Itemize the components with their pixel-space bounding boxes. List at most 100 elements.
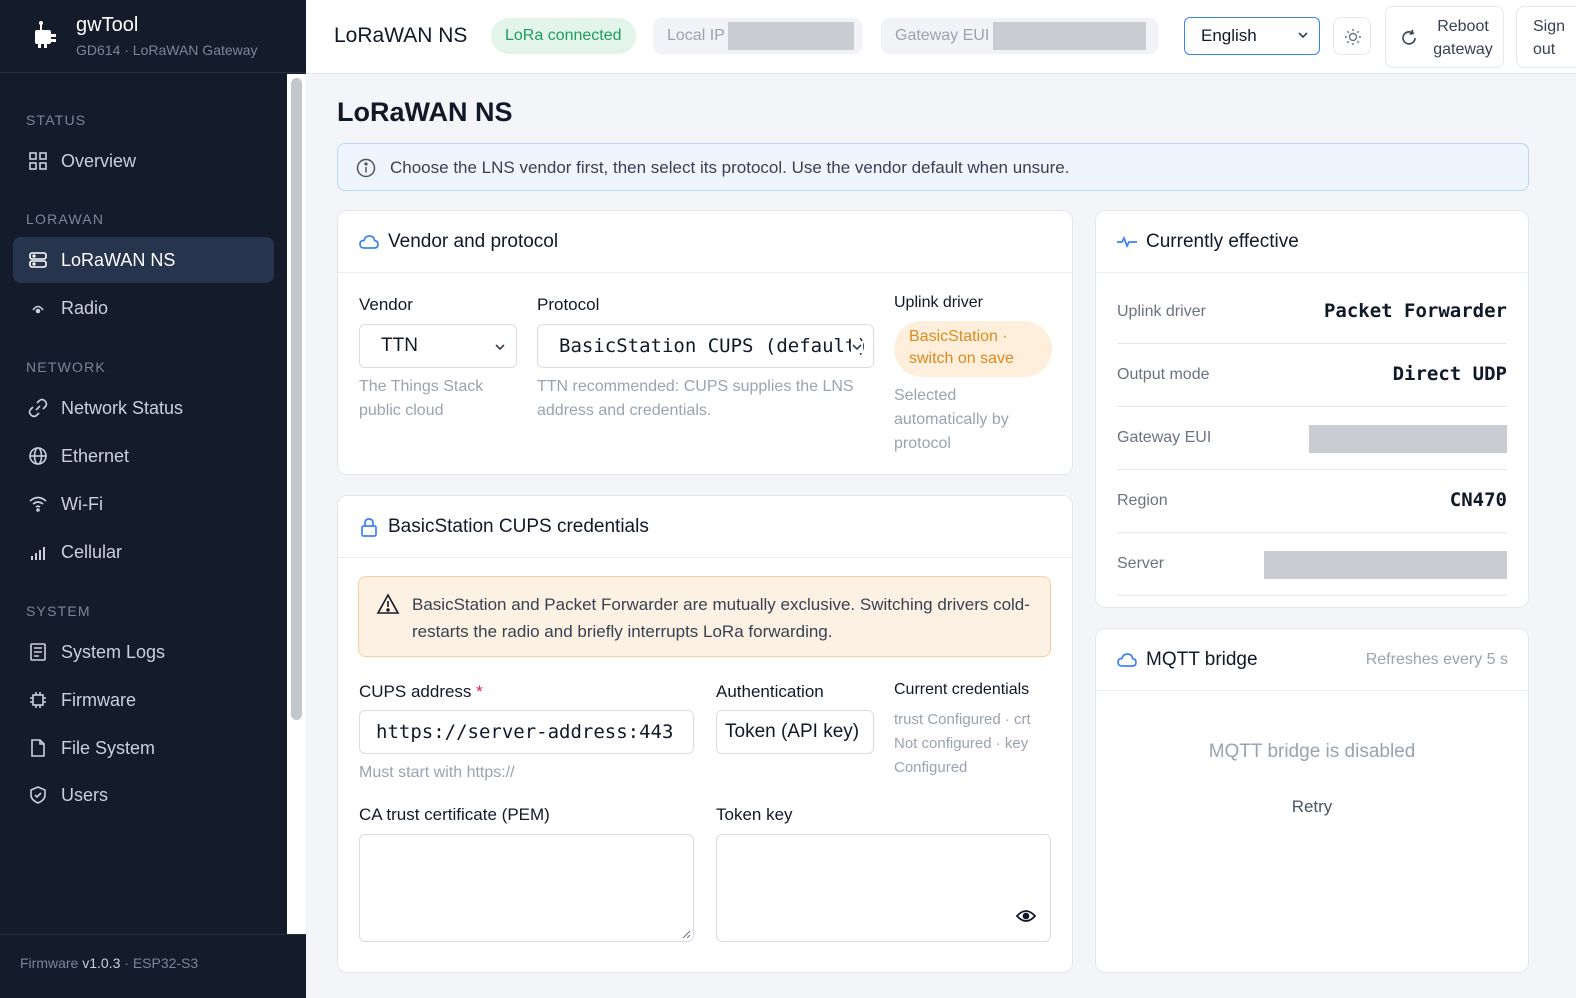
authentication-select[interactable]: Token (API key) [716,710,874,754]
warning-banner: BasicStation and Packet Forwarder are mu… [358,576,1051,657]
theme-toggle-button[interactable] [1333,17,1371,55]
effective-row-region: Region CN470 [1117,470,1507,533]
sidebar-item-label: Overview [61,150,137,171]
nav-section-lorawan: LORAWAN [26,211,105,227]
sidebar: gwTool GD614 · LoRaWAN Gateway STATUS Ov… [0,0,306,998]
sidebar-item-overview[interactable]: Overview [13,138,274,184]
sidebar-item-wifi[interactable]: Wi-Fi [13,481,274,527]
token-key-label: Token key [716,805,793,824]
eye-icon[interactable] [1016,909,1036,923]
top-bar: LoRaWAN NS LoRa connected Local IP Gatew… [306,0,1576,74]
gateway-eui-redacted [993,22,1146,50]
ca-cert-label: CA trust certificate (PEM) [359,805,550,824]
brand: gwTool GD614 · LoRaWAN Gateway [0,0,306,73]
refresh-note: Refreshes every 5 s [1365,651,1508,668]
link-icon [28,398,48,418]
sidebar-item-ethernet[interactable]: Ethernet [13,433,274,479]
app-name: gwTool [76,14,139,36]
sidebar-item-radio[interactable]: Radio [13,285,274,331]
row-key: Gateway EUI [1117,429,1212,446]
currently-effective-card: Currently effective Uplink driver Packet… [1095,210,1529,608]
local-ip-label: Local IP [667,27,725,44]
info-text: Choose the LNS vendor first, then select… [390,158,1070,177]
sidebar-item-users[interactable]: Users [13,772,274,818]
token-key-textarea[interactable] [716,834,1051,942]
firmware-chip: · ESP32-S3 [124,955,199,971]
nav-section-network: NETWORK [26,359,106,375]
gateway-eui-label: Gateway EUI [895,27,990,44]
language-select[interactable]: English [1184,17,1320,55]
protocol-select[interactable]: BasicStation CUPS (default) [537,324,874,368]
signal-icon [31,547,45,560]
local-ip-redacted [728,22,854,50]
sidebar-item-lorawan-ns[interactable]: LoRaWAN NS [13,237,274,283]
sun-icon [1345,29,1361,45]
current-credentials-label: Current credentials [894,681,1030,698]
required-marker: * [476,682,483,701]
effective-row-server: Server [1117,533,1507,596]
wifi-icon [29,496,47,512]
info-banner: Choose the LNS vendor first, then select… [337,143,1529,191]
chevron-down-icon [851,341,863,353]
gateway-logo-icon [35,21,56,48]
cloud-icon [359,235,379,249]
gateway-eui-badge: Gateway EUI [881,18,1158,54]
ca-cert-textarea[interactable] [359,834,694,942]
sidebar-item-firmware[interactable]: Firmware [13,677,274,723]
file-icon [31,739,45,757]
reboot-gateway-button[interactable]: Reboot gateway [1385,6,1504,68]
server-icon [29,252,47,268]
lock-icon [361,518,377,537]
row-key: Uplink driver [1117,303,1206,320]
resize-grip-icon[interactable] [681,929,691,939]
warning-text: BasicStation and Packet Forwarder are mu… [412,595,1030,641]
uplink-driver-help: Selected automatically by protocol [894,387,1009,452]
nav-section-system: SYSTEM [26,603,91,619]
effective-row-output-mode: Output mode Direct UDP [1117,344,1507,407]
protocol-label: Protocol [537,295,600,314]
local-ip-badge: Local IP [653,18,862,54]
vendor-value: TTN [381,335,418,356]
firmware-version-text: Firmware v1.0.3 · ESP32-S3 [20,955,198,971]
sidebar-item-system-logs[interactable]: System Logs [13,629,274,675]
vendor-select[interactable]: TTN [359,324,517,368]
sidebar-item-label: Users [61,784,109,805]
sidebar-item-cellular[interactable]: Cellular [13,529,274,575]
card-title: BasicStation CUPS credentials [388,516,649,537]
current-credentials-text: trust Configured · crt Not configured · … [894,711,1031,776]
logs-icon [30,643,46,661]
radio-icon [32,305,44,314]
mqtt-bridge-card: MQTT bridge Refreshes every 5 s MQTT bri… [1095,628,1529,973]
protocol-value: BasicStation CUPS (default) [559,335,868,357]
lora-status-badge: LoRa connected [491,18,636,54]
warning-icon [376,593,400,614]
cups-address-input[interactable]: https://server-address:443 [359,710,694,754]
effective-row-gateway-eui: Gateway EUI [1117,407,1507,470]
sidebar-item-network-status[interactable]: Network Status [13,385,274,431]
sign-out-label: Sign out [1533,15,1565,61]
sign-out-button[interactable]: Sign out [1516,6,1576,68]
cloud-icon [1117,653,1137,667]
retry-button[interactable]: Retry [1096,797,1528,817]
app-subtitle: GD614 · LoRaWAN Gateway [76,42,258,58]
effective-row-uplink-driver: Uplink driver Packet Forwarder [1117,281,1507,344]
refresh-icon [1402,29,1416,45]
sidebar-scrollbar-thumb[interactable] [291,78,302,720]
card-header: BasicStation CUPS credentials [338,496,1072,558]
grid-icon [29,152,47,170]
row-key: Region [1117,492,1168,509]
sidebar-item-file-system[interactable]: File System [13,725,274,771]
vendor-help: The Things Stack public cloud [359,378,484,419]
activity-icon [1117,235,1137,249]
reboot-label-line1: Reboot [1437,18,1489,35]
reboot-label-line2: gateway [1433,41,1493,58]
info-icon [356,158,376,178]
sidebar-item-label: System Logs [61,641,166,662]
row-key: Output mode [1117,366,1210,383]
shield-icon [30,786,46,804]
cups-address-label: CUPS address * [359,682,483,702]
page-title: LoRaWAN NS [337,97,513,127]
sidebar-item-label: LoRaWAN NS [61,249,176,270]
mqtt-empty-state: MQTT bridge is disabled [1208,741,1416,762]
card-title: Currently effective [1146,231,1299,252]
